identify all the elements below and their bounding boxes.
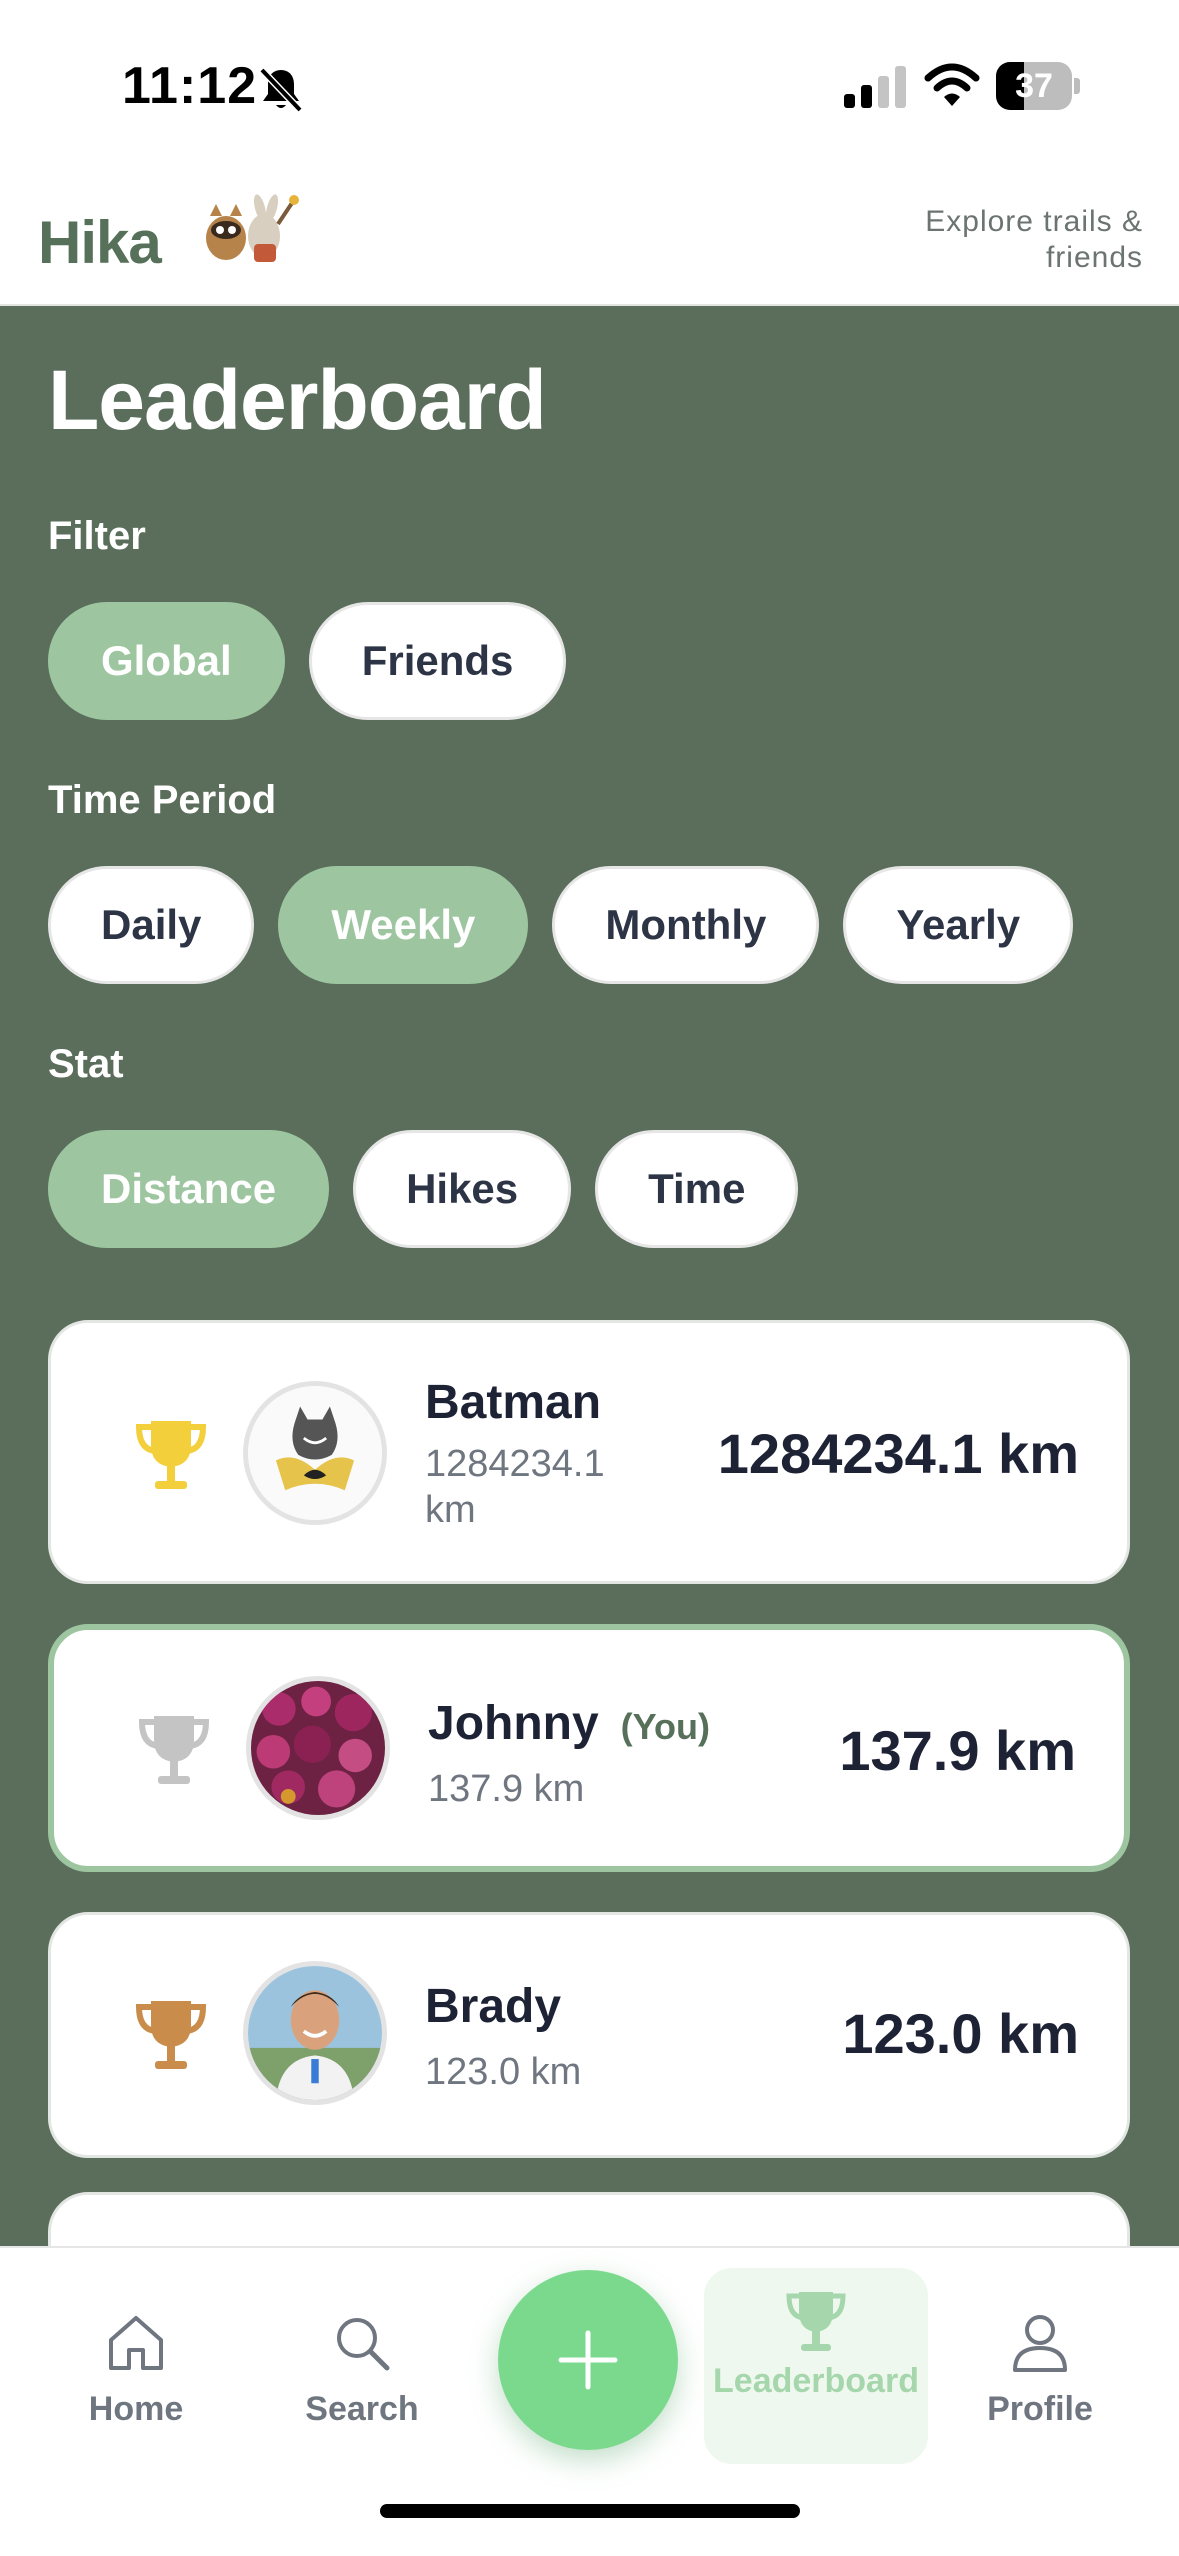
avatar-johnny [246, 1676, 390, 1820]
home-icon [109, 2316, 163, 2370]
tagline-line1: Explore trails & [925, 205, 1143, 238]
stat-label: Stat [48, 1042, 124, 1086]
leaderboard-card-4-partial[interactable] [48, 2192, 1130, 2246]
filter-chip-friends[interactable]: Friends [308, 602, 567, 720]
nav-home[interactable]: Home [46, 2308, 226, 2458]
wifi-icon [924, 63, 980, 106]
status-time: 11:12 [122, 57, 258, 115]
avatar-brady [243, 1961, 387, 2105]
you-badge: (You) [620, 1706, 710, 1747]
stat-value: 123.0 km [842, 2002, 1079, 2065]
stat-value: 137.9 km [839, 1719, 1076, 1782]
filter-label: Filter [48, 514, 146, 558]
user-name-text: Johnny [428, 1697, 599, 1750]
time-period-chip-row: Daily Weekly Monthly Yearly [48, 866, 1074, 984]
user-name: Brady [425, 1980, 562, 2033]
period-chip-yearly[interactable]: Yearly [843, 866, 1074, 984]
plus-icon [558, 2330, 618, 2390]
page-title: Leaderboard [48, 353, 547, 447]
stat-chip-time[interactable]: Time [595, 1130, 799, 1248]
filter-chip-row: Global Friends [48, 602, 567, 720]
brand-name[interactable]: Hika [38, 208, 162, 277]
gold-trophy-icon [135, 1421, 207, 1489]
nav-leaderboard-label: Leaderboard [713, 2362, 919, 2400]
battery-icon: 37 [996, 62, 1080, 110]
leaderboard-card-1[interactable]: Batman 1284234.1 km 1284234.1 km [48, 1320, 1130, 1584]
user-sub-line1: 1284234.1 [425, 1443, 605, 1485]
user-name: Johnny (You) [428, 1696, 710, 1751]
user-name: Batman [425, 1376, 602, 1429]
person-icon [1013, 2315, 1067, 2372]
user-sub-value: 123.0 km [425, 2051, 582, 2093]
search-icon [337, 2318, 390, 2371]
leaderboard-card-2-you[interactable]: Johnny (You) 137.9 km 137.9 km [48, 1624, 1130, 1872]
leaderboard-screen: Leaderboard Filter Global Friends Time P… [0, 306, 1179, 2246]
filter-chip-global[interactable]: Global [48, 602, 285, 720]
nav-search-label: Search [305, 2390, 419, 2428]
nav-home-label: Home [88, 2390, 184, 2428]
battery-level: 37 [1015, 67, 1053, 105]
period-chip-weekly[interactable]: Weekly [278, 866, 529, 984]
period-chip-monthly[interactable]: Monthly [552, 866, 820, 984]
stat-chip-row: Distance Hikes Time [48, 1130, 799, 1248]
avatar-batman [243, 1381, 387, 1525]
nav-search[interactable]: Search [272, 2308, 452, 2458]
leaderboard-card-3[interactable]: Brady 123.0 km 123.0 km [48, 1912, 1130, 2158]
trophy-icon [786, 2292, 846, 2351]
nav-profile-label: Profile [987, 2390, 1093, 2428]
period-chip-daily[interactable]: Daily [48, 866, 255, 984]
user-sub-value: 137.9 km [428, 1768, 585, 1810]
tagline-line2: friends [1045, 241, 1143, 274]
user-sub-value: 1284234.1 km [425, 1441, 605, 1533]
bronze-trophy-icon [135, 2001, 207, 2069]
user-sub-line2: km [425, 1489, 476, 1531]
app-header: Hika Explore trails & friends [0, 170, 1179, 306]
time-period-label: Time Period [48, 778, 277, 822]
add-hike-button[interactable] [498, 2270, 678, 2450]
nav-leaderboard[interactable]: Leaderboard [704, 2268, 928, 2464]
tagline: Explore trails & friends [883, 204, 1143, 276]
bell-muted-icon [259, 67, 303, 113]
nav-profile[interactable]: Profile [950, 2308, 1130, 2458]
mascot-logo-icon [206, 194, 299, 262]
cellular-signal-icon [844, 66, 906, 108]
stat-chip-hikes[interactable]: Hikes [353, 1130, 572, 1248]
stat-value: 1284234.1 km [717, 1422, 1079, 1485]
silver-trophy-icon [138, 1716, 210, 1784]
home-indicator[interactable] [380, 2504, 800, 2518]
stat-chip-distance[interactable]: Distance [48, 1130, 330, 1248]
status-bar: 11:12 37 [0, 0, 1179, 170]
